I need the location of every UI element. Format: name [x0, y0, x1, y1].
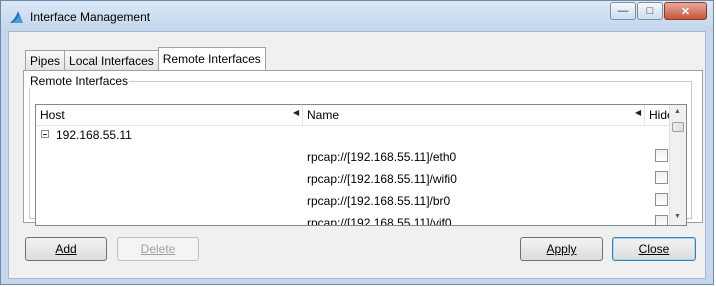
hide-checkbox[interactable]	[655, 149, 668, 162]
add-button[interactable]: Add	[25, 237, 107, 261]
sort-arrow-icon[interactable]: ◀	[635, 108, 641, 117]
close-button-label: Close	[638, 242, 670, 256]
remote-interfaces-panel: Remote Interfaces Host ◀ Name ◀ Hide 192…	[23, 70, 703, 226]
hide-checkbox[interactable]	[655, 171, 668, 184]
column-divider[interactable]	[302, 105, 303, 125]
tab-remote-interfaces[interactable]: Remote Interfaces	[157, 47, 266, 70]
title-bar[interactable]: Interface Management — □ ✕	[1, 1, 713, 31]
delete-button[interactable]: Delete	[117, 237, 199, 261]
shark-fin-icon	[10, 11, 23, 23]
scroll-down-icon[interactable]: ▼	[674, 213, 681, 220]
scroll-thumb[interactable]	[672, 122, 684, 132]
collapse-icon[interactable]	[41, 130, 49, 138]
window-controls: — □ ✕	[609, 2, 707, 20]
interface-name: rpcap://[192.168.55.11]/eth0	[307, 150, 457, 164]
close-window-button[interactable]: ✕	[664, 2, 707, 20]
host-label: 192.168.55.11	[56, 128, 132, 142]
tree-header: Host ◀ Name ◀ Hide	[36, 105, 676, 126]
host-row[interactable]: 192.168.55.11	[36, 125, 676, 147]
delete-button-label: Delete	[140, 242, 176, 256]
interface-row[interactable]: rpcap://[192.168.55.11]/vif0	[36, 213, 676, 226]
interface-row[interactable]: rpcap://[192.168.55.11]/wifi0	[36, 169, 676, 191]
dialog-body: Pipes Local Interfaces Remote Interfaces…	[8, 31, 706, 279]
interface-name: rpcap://[192.168.55.11]/vif0	[307, 216, 452, 226]
column-header-host[interactable]: Host	[40, 108, 65, 122]
sort-arrow-icon[interactable]: ◀	[293, 108, 299, 117]
interface-name: rpcap://[192.168.55.11]/br0	[307, 194, 451, 208]
hide-checkbox[interactable]	[655, 215, 668, 225]
tab-local-interfaces[interactable]: Local Interfaces	[64, 50, 159, 70]
column-divider[interactable]	[644, 105, 645, 125]
interface-management-window: Interface Management — □ ✕ Pipes Local I…	[0, 0, 714, 285]
apply-button[interactable]: Apply	[520, 237, 603, 261]
window-title: Interface Management	[30, 10, 151, 24]
apply-button-label: Apply	[546, 242, 577, 256]
tab-bar: Pipes Local Interfaces Remote Interfaces	[25, 47, 266, 70]
interfaces-tree: Host ◀ Name ◀ Hide 192.168.55.11 rpcap:/…	[35, 104, 687, 226]
tab-pipes[interactable]: Pipes	[25, 50, 66, 70]
close-button[interactable]: Close	[612, 237, 696, 261]
vertical-scrollbar[interactable]: ▲ ▼	[669, 105, 686, 225]
add-button-label: Add	[55, 242, 77, 256]
interface-row[interactable]: rpcap://[192.168.55.11]/eth0	[36, 147, 676, 169]
interface-row[interactable]: rpcap://[192.168.55.11]/br0	[36, 191, 676, 213]
column-header-name[interactable]: Name	[307, 108, 339, 122]
scroll-up-icon[interactable]: ▲	[674, 108, 681, 115]
hide-checkbox[interactable]	[655, 193, 668, 206]
group-title: Remote Interfaces	[29, 74, 130, 88]
maximize-button[interactable]: □	[637, 2, 663, 20]
minimize-button[interactable]: —	[610, 2, 636, 20]
interface-name: rpcap://[192.168.55.11]/wifi0	[307, 172, 457, 186]
